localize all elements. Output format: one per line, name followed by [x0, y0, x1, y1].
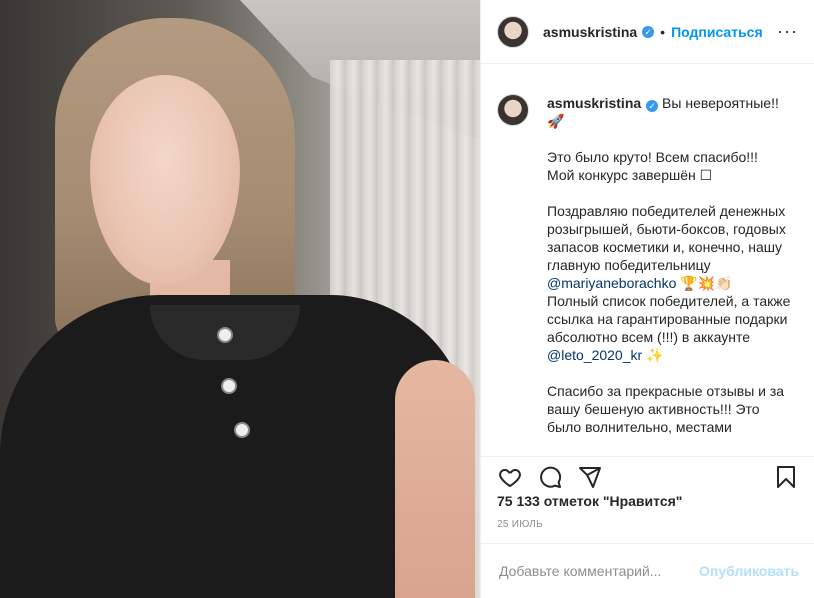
- post-header: asmuskristina ✓ • Подписаться ···: [481, 0, 814, 64]
- caption-text: asmuskristina ✓ Вы невероятные!! 🚀 Это бы…: [547, 94, 797, 436]
- follow-button[interactable]: Подписаться: [671, 24, 763, 40]
- caption-paragraph: Полный список победителей, а также ссылк…: [547, 293, 795, 345]
- comment-form: Опубликовать: [481, 543, 814, 598]
- bookmark-icon[interactable]: [773, 464, 799, 490]
- post-date[interactable]: 25 ИЮЛЬ: [497, 519, 543, 530]
- caption-emoji: 🏆💥👏🏻: [676, 275, 733, 291]
- share-icon[interactable]: [577, 464, 603, 490]
- author-username[interactable]: asmuskristina: [543, 24, 637, 40]
- separator-dot: •: [660, 23, 666, 40]
- caption-row: asmuskristina ✓ Вы невероятные!! 🚀 Это бы…: [497, 94, 798, 436]
- heart-icon[interactable]: [497, 464, 523, 490]
- photo-shirt-button: [234, 422, 250, 438]
- photo-shirt-button: [217, 327, 233, 343]
- likes-count[interactable]: 75 133 отметок "Нравится": [497, 493, 682, 509]
- author-avatar[interactable]: [497, 15, 529, 48]
- more-options-icon[interactable]: ···: [777, 21, 798, 42]
- comments-area[interactable]: asmuskristina ✓ Вы невероятные!! 🚀 Это бы…: [481, 64, 814, 456]
- mention-link[interactable]: @mariyaneborachko: [547, 275, 676, 291]
- caption-paragraph: Спасибо за прекрасные отзывы и за вашу б…: [547, 383, 788, 435]
- photo-arm: [395, 360, 475, 598]
- caption-avatar[interactable]: [497, 94, 529, 126]
- mention-link[interactable]: @leto_2020_kr: [547, 347, 642, 363]
- caption-username[interactable]: asmuskristina: [547, 95, 641, 111]
- post-side-panel: asmuskristina ✓ • Подписаться ··· asmusk…: [480, 0, 814, 598]
- verified-badge-icon: ✓: [646, 100, 659, 112]
- photo-shirt-button: [221, 378, 237, 394]
- post-photo[interactable]: [0, 0, 480, 598]
- action-bar: [481, 456, 814, 496]
- caption-emoji: ✨: [642, 347, 664, 363]
- comment-icon[interactable]: [537, 464, 563, 490]
- comment-input[interactable]: [497, 562, 700, 580]
- publish-button[interactable]: Опубликовать: [699, 563, 799, 579]
- caption-paragraph: Поздравляю победителей денежных розыгрыш…: [547, 203, 790, 273]
- caption-paragraph: Это было круто! Всем спасибо!!! Мой конк…: [547, 149, 758, 183]
- verified-badge-icon: ✓: [642, 25, 655, 38]
